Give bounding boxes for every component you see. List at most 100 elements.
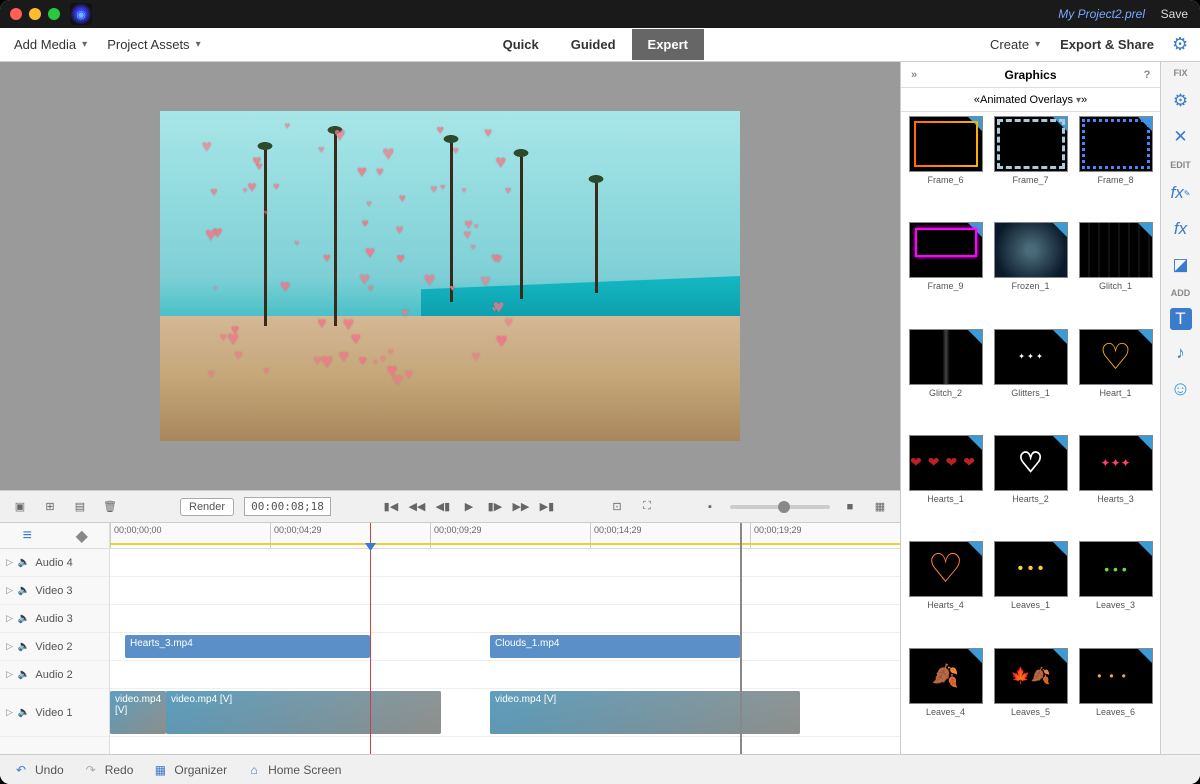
add-media-menu[interactable]: Add Media bbox=[8, 33, 93, 56]
export-share-button[interactable]: Export & Share bbox=[1054, 33, 1160, 56]
redo-button[interactable]: ↷Redo bbox=[82, 761, 134, 779]
project-filename[interactable]: My Project2.prel bbox=[1058, 7, 1145, 21]
safe-margins-icon[interactable]: ⊡ bbox=[607, 497, 627, 517]
project-assets-menu[interactable]: Project Assets bbox=[101, 33, 206, 56]
graphics-category-selector[interactable]: « Animated Overlays » bbox=[901, 88, 1160, 112]
panel-help-icon[interactable]: ? bbox=[1138, 66, 1156, 84]
track-row[interactable] bbox=[110, 661, 900, 689]
create-menu[interactable]: Create bbox=[984, 33, 1046, 56]
maximize-window-button[interactable] bbox=[48, 8, 60, 20]
transitions-icon[interactable]: ◪ bbox=[1168, 252, 1194, 278]
work-area-bar[interactable] bbox=[110, 543, 900, 545]
graphics-item[interactable]: Leaves_1 bbox=[990, 541, 1071, 643]
step-back-icon[interactable]: ◀◀ bbox=[407, 497, 427, 517]
zoom-in-icon[interactable]: ■ bbox=[840, 497, 860, 517]
trash-icon[interactable]: 🗑 bbox=[100, 497, 120, 517]
graphics-item[interactable]: Frozen_1 bbox=[990, 222, 1071, 324]
track-expand-icon[interactable]: ▷ bbox=[6, 707, 13, 718]
track-expand-icon[interactable]: ▷ bbox=[6, 641, 13, 652]
graphics-item[interactable]: Hearts_2 bbox=[990, 435, 1071, 537]
step-fwd-icon[interactable]: ▶▶ bbox=[511, 497, 531, 517]
settings-gear-icon[interactable]: ⚙ bbox=[1168, 33, 1192, 57]
work-area-end-bracket[interactable] bbox=[740, 523, 742, 754]
timeline-clip[interactable]: video.mp4 [V] bbox=[110, 691, 166, 734]
panel-expand-icon[interactable]: » bbox=[905, 66, 923, 84]
timeline-clip[interactable]: Clouds_1.mp4 bbox=[490, 635, 740, 658]
track-header[interactable]: ▷🔈Video 3 bbox=[0, 577, 109, 605]
minimize-window-button[interactable] bbox=[29, 8, 41, 20]
track-row[interactable] bbox=[110, 577, 900, 605]
graphics-item[interactable]: Glitters_1 bbox=[990, 329, 1071, 431]
undo-button[interactable]: ↶Undo bbox=[12, 761, 64, 779]
save-button[interactable]: Save bbox=[1161, 7, 1188, 21]
track-mute-icon[interactable]: 🔈 bbox=[18, 707, 30, 718]
graphics-icon[interactable]: ☺ bbox=[1168, 376, 1194, 402]
track-header[interactable]: ▷🔈Audio 4 bbox=[0, 549, 109, 577]
timeline-ruler[interactable]: 00;00;00;0000;00;04;2900;00;09;2900;00;1… bbox=[110, 523, 900, 549]
graphics-item[interactable]: Leaves_6 bbox=[1075, 648, 1156, 750]
graphics-item[interactable]: Frame_8 bbox=[1075, 116, 1156, 218]
graphics-item[interactable]: Hearts_4 bbox=[905, 541, 986, 643]
track-row[interactable] bbox=[110, 605, 900, 633]
track-expand-icon[interactable]: ▷ bbox=[6, 585, 13, 596]
track-mute-icon[interactable]: 🔈 bbox=[18, 669, 30, 680]
goto-start-icon[interactable]: ▮◀ bbox=[381, 497, 401, 517]
graphics-item[interactable]: Frame_7 bbox=[990, 116, 1071, 218]
render-button[interactable]: Render bbox=[180, 498, 234, 516]
track-header[interactable]: ▷🔈Audio 3 bbox=[0, 605, 109, 633]
track-mute-icon[interactable]: 🔈 bbox=[18, 641, 30, 652]
fx-applied-icon[interactable]: fx✎ bbox=[1168, 180, 1194, 206]
mode-guided[interactable]: Guided bbox=[555, 29, 632, 60]
goto-end-icon[interactable]: ▶▮ bbox=[537, 497, 557, 517]
graphics-item[interactable]: Glitch_2 bbox=[905, 329, 986, 431]
graphics-item[interactable]: Hearts_1 bbox=[905, 435, 986, 537]
frame-back-icon[interactable]: ◀▮ bbox=[433, 497, 453, 517]
track-row[interactable]: video.mp4 [V]video.mp4 [V]video.mp4 [V] bbox=[110, 689, 900, 737]
timeline-clip[interactable]: video.mp4 [V] bbox=[490, 691, 800, 734]
fullscreen-icon[interactable]: ⛶ bbox=[637, 497, 657, 517]
track-mute-icon[interactable]: 🔈 bbox=[18, 585, 30, 596]
graphics-item[interactable]: Leaves_3 bbox=[1075, 541, 1156, 643]
graphics-item[interactable]: Frame_9 bbox=[905, 222, 986, 324]
timeline-mode-b-icon[interactable]: ◆ bbox=[71, 527, 93, 545]
timeline-clip[interactable]: Hearts_3.mp4 bbox=[125, 635, 370, 658]
properties-icon[interactable]: ▤ bbox=[70, 497, 90, 517]
track-expand-icon[interactable]: ▷ bbox=[6, 613, 13, 624]
track-header[interactable]: ▷🔈Video 1 bbox=[0, 689, 109, 737]
adjust-sliders-icon[interactable]: ⚙ bbox=[1168, 88, 1194, 114]
track-header[interactable]: ▷🔈Audio 2 bbox=[0, 661, 109, 689]
music-icon[interactable]: ♪ bbox=[1168, 340, 1194, 366]
timeline-canvas[interactable]: 00;00;00;0000;00;04;2900;00;09;2900;00;1… bbox=[110, 523, 900, 754]
track-mute-icon[interactable]: 🔈 bbox=[18, 613, 30, 624]
graphics-item[interactable]: Glitch_1 bbox=[1075, 222, 1156, 324]
zoom-slider[interactable] bbox=[730, 505, 830, 509]
tools-icon[interactable]: ✕ bbox=[1168, 124, 1194, 150]
timeline-clip[interactable]: video.mp4 [V] bbox=[166, 691, 441, 734]
organizer-button[interactable]: ▦Organizer bbox=[151, 761, 227, 779]
video-preview[interactable]: ♥♥♥♥♥♥♥♥♥♥♥♥♥♥♥♥♥♥♥♥♥♥♥♥♥♥♥♥♥♥♥♥♥♥♥♥♥♥♥♥… bbox=[160, 111, 740, 441]
track-row[interactable]: Hearts_3.mp4 Clouds_1.mp4 bbox=[110, 633, 900, 661]
category-next-icon[interactable]: » bbox=[1081, 94, 1087, 106]
track-header[interactable]: ▷🔈Video 2 bbox=[0, 633, 109, 661]
timeline-mode-a-icon[interactable]: ≡ bbox=[16, 527, 38, 545]
close-window-button[interactable] bbox=[10, 8, 22, 20]
new-item-icon[interactable]: ⊞ bbox=[40, 497, 60, 517]
titles-icon[interactable]: T bbox=[1170, 308, 1192, 330]
home-screen-button[interactable]: ⌂Home Screen bbox=[245, 761, 341, 779]
mode-expert[interactable]: Expert bbox=[632, 29, 704, 60]
graphics-item[interactable]: Hearts_3 bbox=[1075, 435, 1156, 537]
zoom-out-icon[interactable]: ▪ bbox=[700, 497, 720, 517]
capture-icon[interactable]: ▣ bbox=[10, 497, 30, 517]
track-mute-icon[interactable]: 🔈 bbox=[18, 557, 30, 568]
fx-icon[interactable]: fx bbox=[1168, 216, 1194, 242]
mode-quick[interactable]: Quick bbox=[487, 29, 555, 60]
graphics-item[interactable]: Leaves_5 bbox=[990, 648, 1071, 750]
play-icon[interactable]: ▶ bbox=[459, 497, 479, 517]
snap-icon[interactable]: ▦ bbox=[870, 497, 890, 517]
playhead[interactable] bbox=[370, 523, 371, 754]
timecode-display[interactable]: 00:00:08;18 bbox=[244, 497, 331, 516]
graphics-item[interactable]: Frame_6 bbox=[905, 116, 986, 218]
graphics-item[interactable]: Leaves_4 bbox=[905, 648, 986, 750]
graphics-item[interactable]: Heart_1 bbox=[1075, 329, 1156, 431]
track-expand-icon[interactable]: ▷ bbox=[6, 557, 13, 568]
